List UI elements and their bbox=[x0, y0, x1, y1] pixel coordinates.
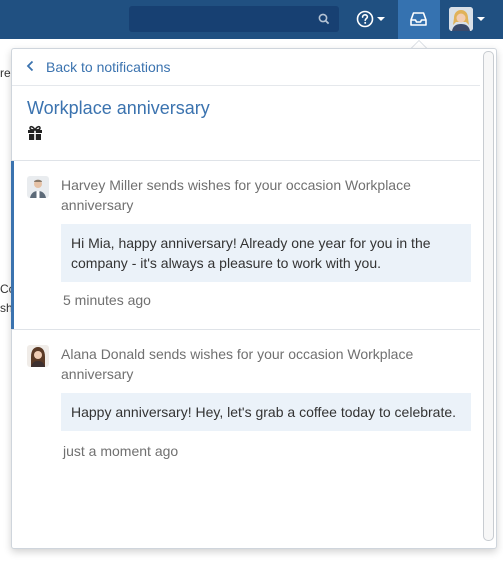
search-icon bbox=[318, 13, 330, 25]
notification-panel: Back to notifications Workplace annivers… bbox=[11, 48, 497, 549]
notifications-button[interactable] bbox=[398, 0, 440, 39]
avatar bbox=[27, 345, 49, 367]
search-input[interactable] bbox=[129, 6, 339, 32]
notification-item[interactable]: Harvey Miller sends wishes for your occa… bbox=[11, 161, 480, 329]
notification-item[interactable]: Alana Donald sends wishes for your occas… bbox=[12, 330, 480, 480]
top-navigation-bar bbox=[0, 0, 503, 39]
notification-time: just a moment ago bbox=[63, 443, 179, 459]
user-menu-button[interactable] bbox=[449, 7, 485, 31]
chevron-left-icon bbox=[26, 60, 36, 75]
page-title: Workplace anniversary bbox=[27, 98, 210, 118]
chevron-down-icon bbox=[377, 17, 385, 21]
background-text: re bbox=[0, 66, 11, 80]
help-menu-button[interactable] bbox=[356, 8, 385, 30]
notification-message: Alana Donald sends wishes for your occas… bbox=[61, 346, 414, 382]
chevron-down-icon bbox=[477, 17, 485, 21]
avatar bbox=[449, 7, 473, 31]
scrollbar[interactable] bbox=[482, 51, 494, 545]
gift-icon bbox=[27, 125, 43, 145]
back-label: Back to notifications bbox=[46, 59, 171, 75]
back-to-notifications-link[interactable]: Back to notifications bbox=[12, 49, 480, 86]
inbox-icon bbox=[410, 12, 427, 26]
scrollbar-thumb[interactable] bbox=[483, 51, 494, 541]
notification-message: Harvey Miller sends wishes for your occa… bbox=[61, 177, 411, 213]
notification-time: 5 minutes ago bbox=[63, 292, 151, 308]
notification-quote: Hi Mia, happy anniversary! Already one y… bbox=[61, 224, 471, 282]
notification-quote: Happy anniversary! Hey, let's grab a cof… bbox=[61, 393, 471, 431]
avatar bbox=[27, 176, 49, 198]
help-icon bbox=[356, 10, 374, 28]
